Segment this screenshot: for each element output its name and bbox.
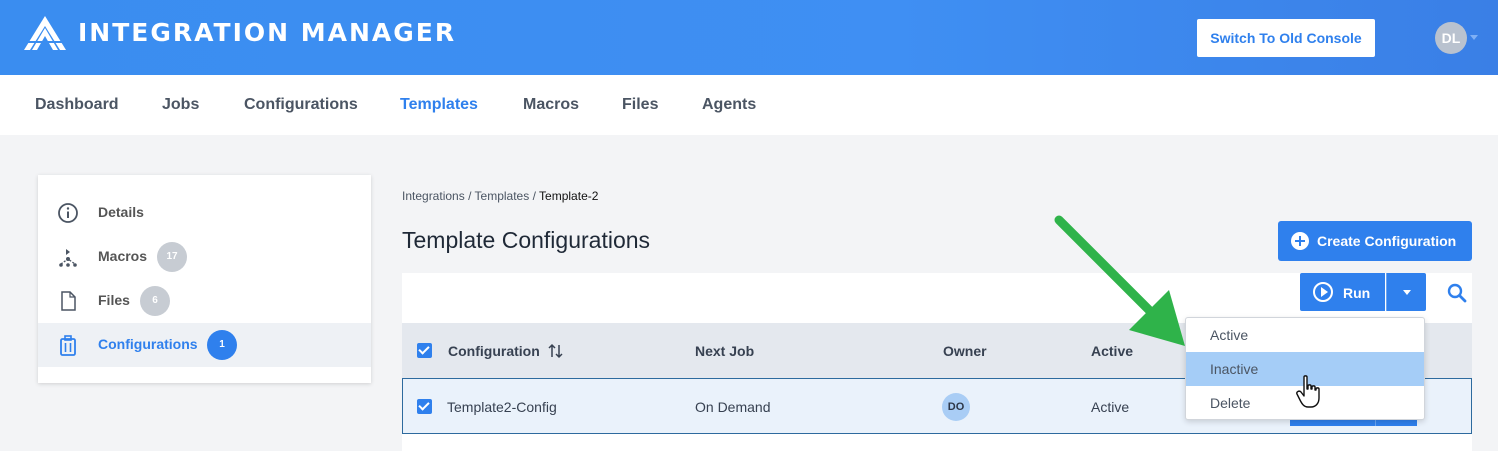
sidebar-item-files[interactable]: Files 6: [38, 279, 371, 323]
nav-jobs[interactable]: Jobs: [162, 96, 199, 114]
column-header-configuration[interactable]: Configuration: [448, 343, 540, 359]
run-dropdown-toggle[interactable]: [1386, 273, 1426, 311]
count-badge: 6: [140, 286, 170, 316]
menu-item-label: Active: [1210, 327, 1249, 343]
cell-configuration[interactable]: Template2-Config: [447, 399, 557, 415]
app-logo-icon: [24, 16, 66, 50]
macro-flow-icon: [59, 249, 77, 267]
nav-macros[interactable]: Macros: [523, 96, 579, 114]
breadcrumb-separator: /: [468, 189, 472, 203]
main-nav: Dashboard Jobs Configurations Templates …: [0, 75, 1498, 135]
row-checkbox[interactable]: [417, 399, 432, 414]
info-icon: [58, 203, 78, 223]
create-configuration-label: Create Configuration: [1317, 233, 1457, 249]
chevron-down-icon[interactable]: [1470, 35, 1478, 40]
sidebar-item-label: Files: [98, 292, 130, 308]
select-all-checkbox[interactable]: [417, 343, 432, 358]
nav-agents[interactable]: Agents: [702, 96, 756, 114]
breadcrumb: Integrations / Templates / Template-2: [402, 189, 598, 203]
cell-active: Active: [1091, 399, 1130, 415]
sidebar-item-macros[interactable]: Macros 17: [38, 235, 371, 279]
nav-dashboard[interactable]: Dashboard: [35, 96, 119, 114]
nav-templates[interactable]: Templates: [400, 96, 478, 114]
trash-clipboard-icon: [60, 335, 76, 356]
run-label: Run: [1343, 285, 1371, 301]
sidebar-item-details[interactable]: Details: [38, 191, 371, 235]
sidebar-item-configurations[interactable]: Configurations 1: [38, 323, 371, 367]
column-header-next-job[interactable]: Next Job: [695, 343, 754, 359]
run-button[interactable]: Run: [1300, 273, 1385, 311]
play-circle-icon: [1313, 282, 1333, 302]
count-badge: 17: [157, 242, 187, 272]
hand-cursor-icon: [1296, 375, 1320, 408]
file-icon: [61, 291, 76, 311]
nav-files[interactable]: Files: [622, 96, 658, 114]
user-avatar[interactable]: DL: [1435, 22, 1467, 54]
menu-item-label: Delete: [1210, 395, 1251, 411]
cell-next-job: On Demand: [695, 399, 771, 415]
count-badge: 1: [207, 330, 237, 360]
switch-console-button[interactable]: Switch To Old Console: [1197, 19, 1375, 57]
breadcrumb-current: Template-2: [539, 189, 599, 203]
chevron-down-icon: [1403, 290, 1411, 295]
sidebar-item-label: Details: [98, 204, 144, 220]
nav-configurations[interactable]: Configurations: [244, 96, 358, 114]
menu-item-active[interactable]: Active: [1186, 318, 1424, 352]
breadcrumb-integrations[interactable]: Integrations: [402, 189, 465, 203]
search-icon[interactable]: [1446, 282, 1468, 304]
sidebar-item-label: Configurations: [98, 336, 198, 352]
create-configuration-button[interactable]: Create Configuration: [1278, 221, 1472, 261]
template-side-panel: Details Macros 17 Files 6 Configurations…: [38, 175, 371, 383]
app-title: INTEGRATION MANAGER: [78, 18, 457, 47]
annotation-arrow-icon: [1054, 215, 1185, 346]
page-title: Template Configurations: [402, 227, 651, 253]
breadcrumb-separator: /: [532, 189, 536, 203]
top-header: INTEGRATION MANAGER Switch To Old Consol…: [0, 0, 1498, 75]
sidebar-item-label: Macros: [98, 248, 148, 264]
sort-icon[interactable]: [548, 343, 564, 359]
column-header-owner[interactable]: Owner: [943, 343, 987, 359]
menu-item-label: Inactive: [1210, 361, 1259, 377]
plus-circle-icon: [1291, 232, 1309, 250]
owner-avatar: DO: [942, 393, 970, 421]
breadcrumb-templates[interactable]: Templates: [475, 189, 530, 203]
table-row: [402, 434, 1472, 451]
